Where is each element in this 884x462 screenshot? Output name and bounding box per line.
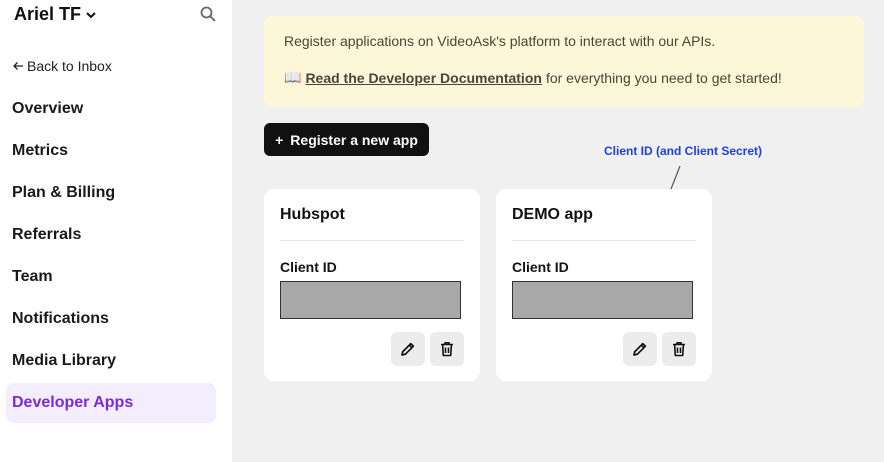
workspace-name: Ariel TF bbox=[14, 4, 82, 24]
client-id-redacted bbox=[280, 281, 461, 319]
client-id-label: Client ID bbox=[280, 259, 337, 275]
banner-text: Register applications on VideoAsk's plat… bbox=[284, 33, 716, 49]
settings-nav: Overview Metrics Plan & Billing Referral… bbox=[6, 89, 216, 425]
chevron-down-icon bbox=[86, 11, 96, 18]
info-banner: Register applications on VideoAsk's plat… bbox=[264, 16, 864, 107]
sidebar-item-developer-apps[interactable]: Developer Apps bbox=[6, 383, 216, 423]
pencil-icon bbox=[401, 342, 415, 356]
trash-icon bbox=[673, 342, 685, 357]
delete-app-button[interactable] bbox=[662, 332, 696, 366]
app-card-demo-app: DEMO app Client ID bbox=[496, 189, 712, 381]
sidebar: Ariel TF Back to Inbox Overview Metrics … bbox=[0, 0, 232, 462]
workspace-switcher[interactable]: Ariel TF bbox=[14, 4, 97, 25]
client-id-label: Client ID bbox=[512, 259, 569, 275]
back-to-inbox-link[interactable]: Back to Inbox bbox=[12, 58, 112, 74]
edit-app-button[interactable] bbox=[623, 332, 657, 366]
plus-icon: + bbox=[275, 131, 284, 148]
register-new-app-label: Register a new app bbox=[290, 131, 418, 148]
sidebar-item-referrals[interactable]: Referrals bbox=[6, 215, 216, 255]
back-to-inbox-label: Back to Inbox bbox=[27, 58, 112, 74]
banner-link-suffix: for everything you need to get started! bbox=[545, 69, 782, 86]
developer-docs-link[interactable]: Read the Developer Documentation bbox=[305, 70, 542, 86]
arrow-left-icon bbox=[13, 62, 23, 70]
app-name: DEMO app bbox=[512, 189, 696, 241]
edit-app-button[interactable] bbox=[391, 332, 425, 366]
sidebar-item-media-library[interactable]: Media Library bbox=[6, 341, 216, 381]
register-new-app-button[interactable]: + Register a new app bbox=[264, 123, 429, 156]
app-card-hubspot: Hubspot Client ID bbox=[264, 189, 480, 381]
delete-app-button[interactable] bbox=[430, 332, 464, 366]
sidebar-item-metrics[interactable]: Metrics bbox=[6, 131, 216, 171]
client-id-annotation: Client ID (and Client Secret) bbox=[604, 144, 763, 158]
trash-icon bbox=[441, 342, 453, 357]
pencil-icon bbox=[633, 342, 647, 356]
app-name: Hubspot bbox=[280, 189, 464, 241]
sidebar-item-team[interactable]: Team bbox=[6, 257, 216, 297]
search-icon[interactable] bbox=[199, 5, 217, 23]
sidebar-item-plan-billing[interactable]: Plan & Billing bbox=[6, 173, 216, 213]
sidebar-item-overview[interactable]: Overview bbox=[6, 89, 216, 129]
sidebar-item-notifications[interactable]: Notifications bbox=[6, 299, 216, 339]
book-icon: 📖 bbox=[284, 69, 302, 85]
client-id-redacted bbox=[512, 281, 693, 319]
